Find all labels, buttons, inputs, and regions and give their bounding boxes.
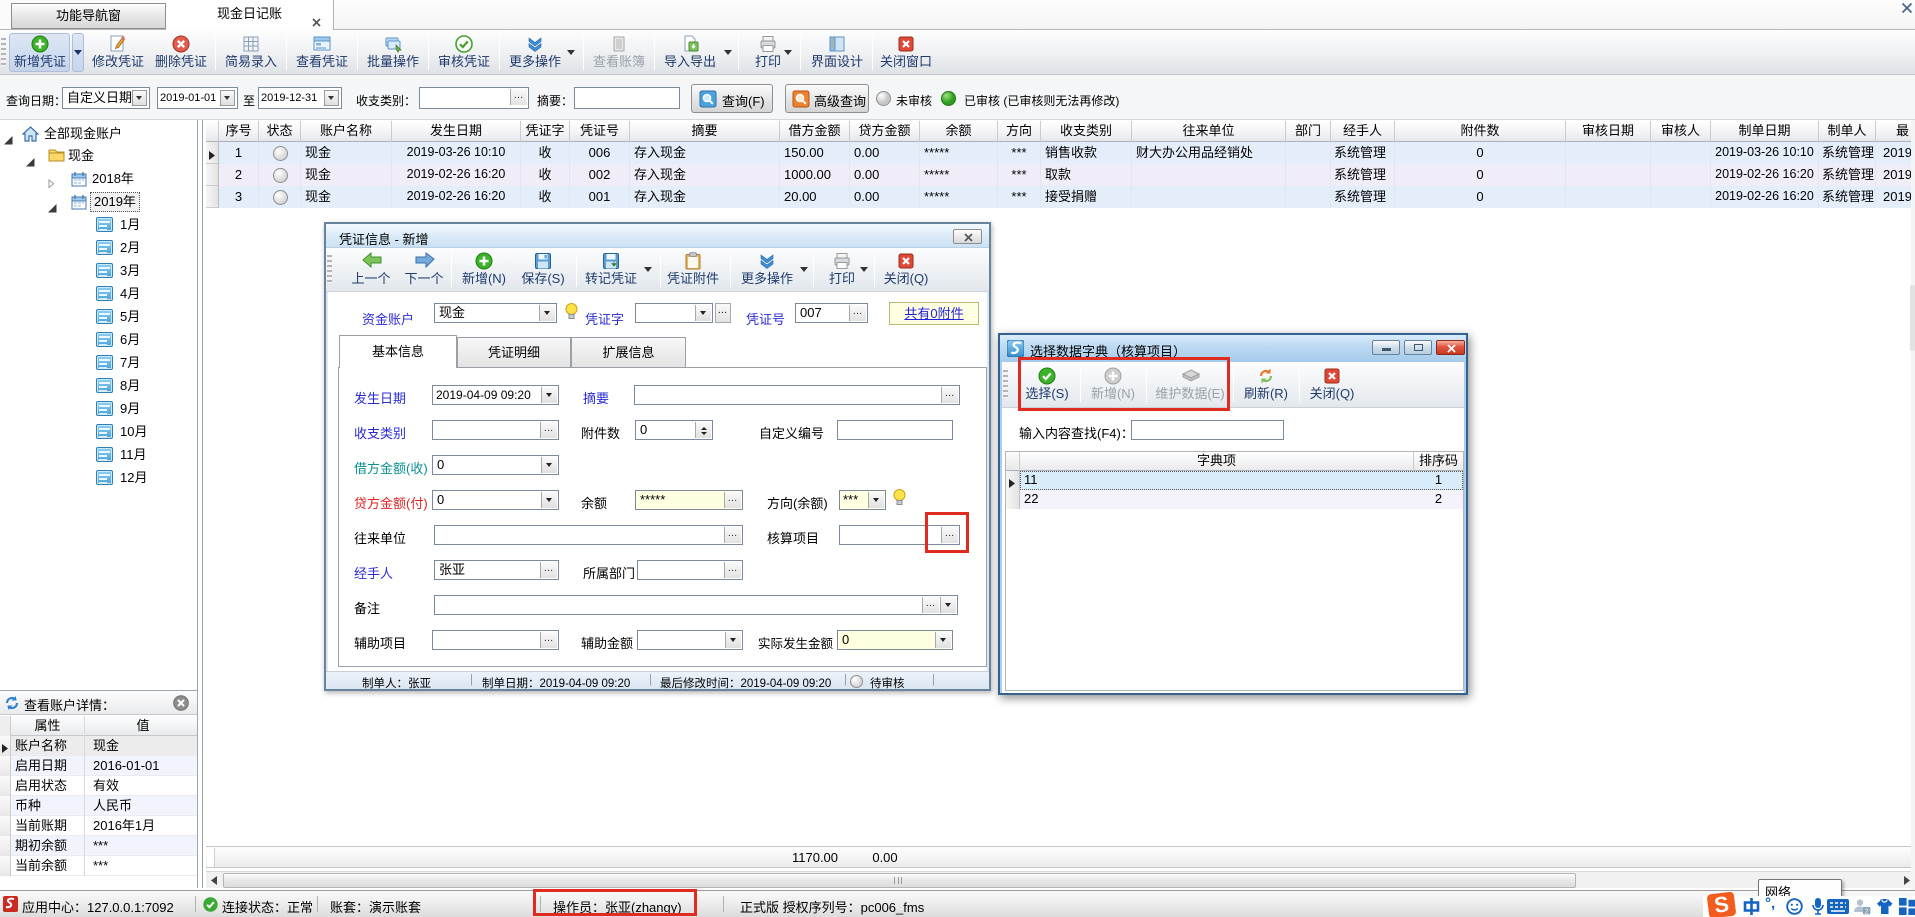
svg-text:S: S [1713,892,1731,917]
svg-text:2: 2 [1865,908,1869,915]
